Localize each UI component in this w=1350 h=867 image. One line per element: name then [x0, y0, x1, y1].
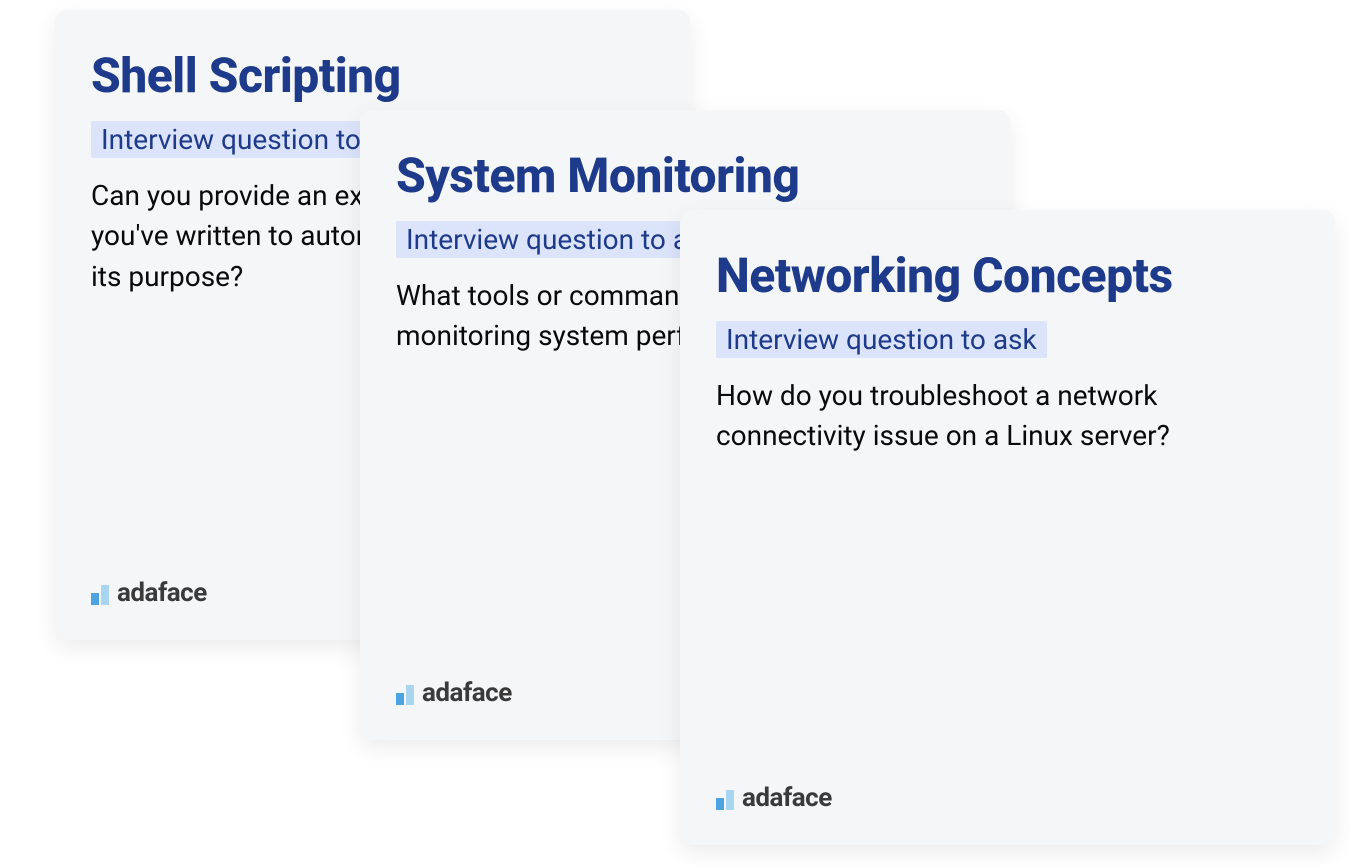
interview-card-networking-concepts: Networking Concepts Interview question t… — [680, 210, 1335, 845]
adaface-logo-icon — [91, 581, 109, 605]
card-subtitle-badge: Interview question to ask — [396, 221, 727, 258]
card-question-text: How do you troubleshoot a network connec… — [716, 376, 1299, 457]
brand-name: adaface — [117, 578, 207, 608]
adaface-logo-icon — [396, 681, 414, 705]
card-title: Shell Scripting — [91, 50, 654, 103]
brand-name: adaface — [422, 678, 512, 708]
card-subtitle-badge: Interview question to ask — [716, 321, 1047, 358]
brand-name: adaface — [742, 783, 832, 813]
card-title: System Monitoring — [396, 150, 974, 203]
card-title: Networking Concepts — [716, 250, 1299, 303]
adaface-logo-icon — [716, 786, 734, 810]
card-footer: adaface — [716, 783, 1299, 813]
